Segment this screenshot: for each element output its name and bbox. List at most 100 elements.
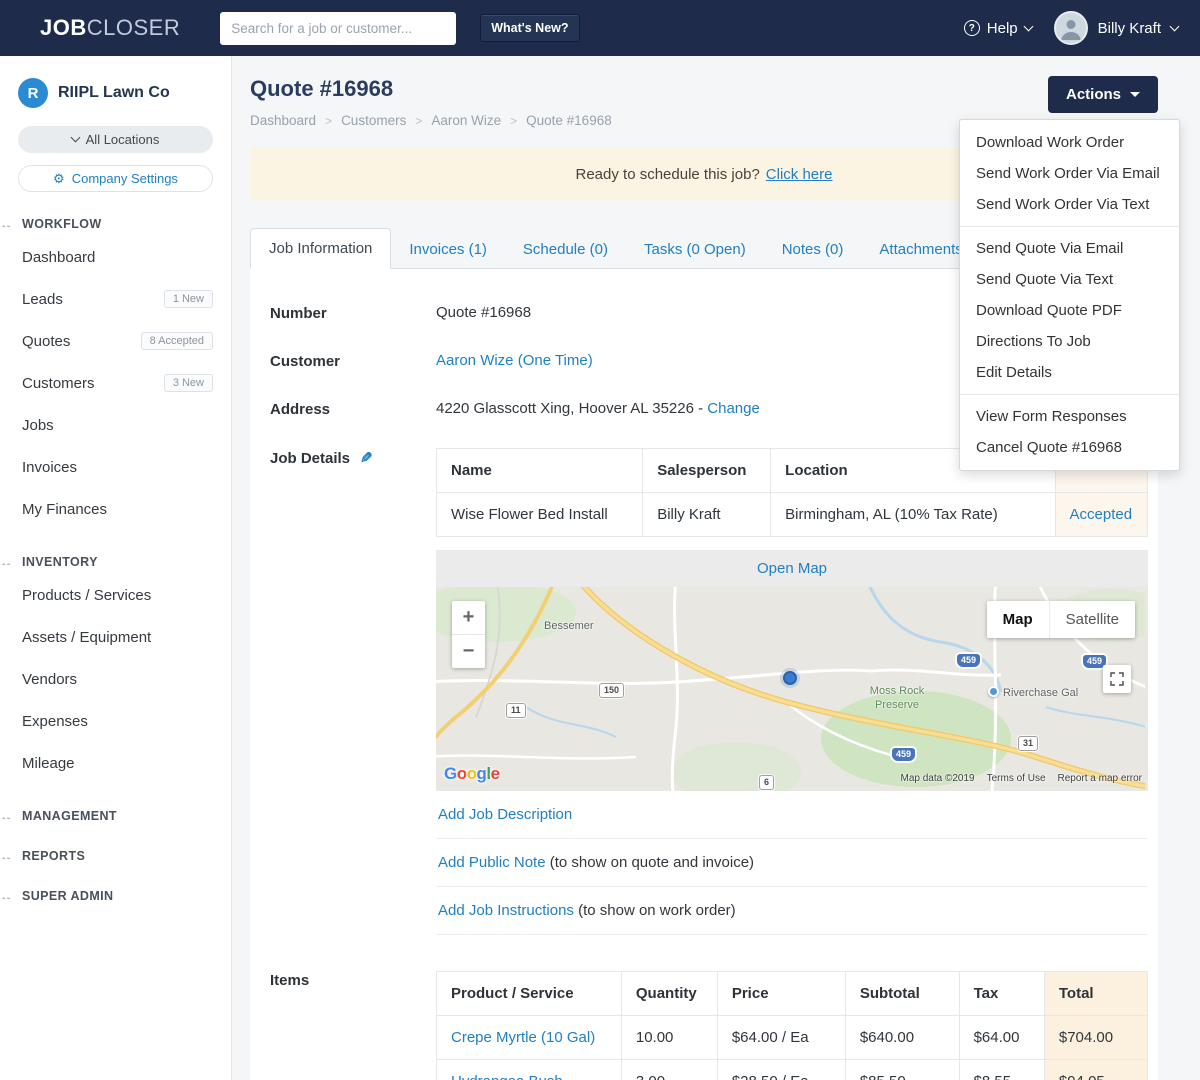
- zoom-in-button[interactable]: +: [452, 601, 485, 634]
- sidebar-item-my-finances[interactable]: My Finances: [0, 488, 231, 530]
- map-label-riverchase: Riverchase Gal: [1003, 687, 1079, 699]
- product-link[interactable]: Crepe Myrtle (10 Gal): [451, 1029, 595, 1046]
- menu-item-edit-details[interactable]: Edit Details: [960, 357, 1179, 388]
- col-header-product: Product / Service: [436, 971, 622, 1016]
- item-price: $28.50 / Ea: [716, 1059, 846, 1080]
- breadcrumb-dashboard[interactable]: Dashboard: [250, 113, 316, 128]
- quotes-badge: 8 Accepted: [140, 332, 213, 350]
- add-job-instructions-link[interactable]: Add Job Instructions: [438, 902, 574, 919]
- actions-button[interactable]: Actions: [1047, 76, 1158, 113]
- item-quantity: 10.00: [620, 1015, 718, 1060]
- sidebar-item-mileage[interactable]: Mileage: [0, 742, 231, 784]
- section-header-reports[interactable]: -- REPORTS: [0, 848, 231, 864]
- customer-link[interactable]: Aaron Wize: [436, 352, 514, 369]
- item-row: Hydrangea Bush 3.00 $28.50 / Ea $85.50 $…: [436, 1059, 1149, 1080]
- sidebar-item-leads[interactable]: Leads 1 New: [0, 278, 231, 320]
- menu-item-cancel-quote[interactable]: Cancel Quote #16968: [960, 432, 1179, 463]
- zoom-out-button[interactable]: −: [452, 635, 485, 668]
- satellite-view-button[interactable]: Satellite: [1048, 601, 1135, 638]
- company-settings-button[interactable]: ⚙ Company Settings: [18, 165, 213, 192]
- logo-light: CLOSER: [86, 15, 181, 40]
- job-location: Birmingham, AL (10% Tax Rate): [770, 492, 1056, 537]
- whats-new-button[interactable]: What's New?: [480, 14, 580, 42]
- tab-invoices[interactable]: Invoices (1): [391, 230, 505, 269]
- leads-badge: 1 New: [163, 290, 213, 308]
- fullscreen-button[interactable]: [1103, 665, 1131, 693]
- company-logo: R: [18, 78, 48, 108]
- sidebar-item-label: Expenses: [22, 712, 88, 730]
- change-address-link[interactable]: Change: [707, 400, 760, 417]
- menu-item-directions-to-job[interactable]: Directions To Job: [960, 326, 1179, 357]
- menu-item-download-work-order[interactable]: Download Work Order: [960, 127, 1179, 158]
- menu-item-send-work-order-text[interactable]: Send Work Order Via Text: [960, 189, 1179, 220]
- item-quantity: 3.00: [620, 1059, 718, 1080]
- menu-item-send-quote-email[interactable]: Send Quote Via Email: [960, 233, 1179, 264]
- item-row: Crepe Myrtle (10 Gal) 10.00 $64.00 / Ea …: [436, 1015, 1149, 1060]
- page-title: Quote #16968: [250, 76, 394, 101]
- product-link[interactable]: Hydrangea Bush: [451, 1073, 563, 1080]
- instructions-suffix: (to show on work order): [573, 902, 736, 919]
- section-header-super-admin[interactable]: -- SUPER ADMIN: [0, 888, 231, 904]
- add-public-note-link[interactable]: Add Public Note: [438, 854, 546, 871]
- sidebar-item-quotes[interactable]: Quotes 8 Accepted: [0, 320, 231, 362]
- sidebar-item-label: Jobs: [22, 416, 54, 434]
- help-menu[interactable]: ? Help: [963, 20, 1034, 37]
- map-header: Open Map: [436, 550, 1148, 587]
- chevron-down-icon: [70, 132, 81, 143]
- sidebar-item-products-services[interactable]: Products / Services: [0, 574, 231, 616]
- tab-job-information[interactable]: Job Information: [250, 228, 392, 269]
- address-text: 4220 Glasscott Xing, Hoover AL 35226 -: [436, 400, 704, 417]
- item-price: $64.00 / Ea: [716, 1015, 846, 1060]
- sidebar-item-vendors[interactable]: Vendors: [0, 658, 231, 700]
- section-header-management[interactable]: -- MANAGEMENT: [0, 808, 231, 824]
- item-total: $704.00: [1043, 1015, 1149, 1060]
- report-map-error-link[interactable]: Report a map error: [1058, 773, 1142, 784]
- tab-notes[interactable]: Notes (0): [764, 230, 862, 269]
- add-job-description-link[interactable]: Add Job Description: [438, 806, 572, 823]
- terms-of-use-link[interactable]: Terms of Use: [987, 773, 1046, 784]
- user-avatar[interactable]: [1053, 11, 1088, 45]
- workflow-nav: Dashboard Leads 1 New Quotes 8 Accepted Cu…: [0, 236, 231, 530]
- col-header-price: Price: [716, 971, 846, 1016]
- breadcrumb-customers[interactable]: Customers: [341, 113, 406, 128]
- route-shield-6: 6: [759, 775, 775, 790]
- tab-schedule[interactable]: Schedule (0): [505, 230, 626, 269]
- col-header-tax: Tax: [958, 971, 1045, 1016]
- menu-item-send-quote-text[interactable]: Send Quote Via Text: [960, 264, 1179, 295]
- sidebar-item-dashboard[interactable]: Dashboard: [0, 236, 231, 278]
- item-tax: $64.00: [958, 1015, 1045, 1060]
- map[interactable]: Bessemer Moss Rock Preserve Riverchase G…: [436, 587, 1148, 791]
- sidebar-item-invoices[interactable]: Invoices: [0, 446, 231, 488]
- open-map-link[interactable]: Open Map: [757, 560, 827, 577]
- app-logo: JOBCLOSER: [40, 15, 180, 41]
- breadcrumb-aaron-wize[interactable]: Aaron Wize: [431, 113, 501, 128]
- menu-item-download-quote-pdf[interactable]: Download Quote PDF: [960, 295, 1179, 326]
- click-here-link[interactable]: Click here: [766, 166, 833, 183]
- edit-pencil-icon[interactable]: ✎: [360, 449, 373, 467]
- customer-type-link[interactable]: (One Time): [518, 352, 593, 369]
- sidebar-item-customers[interactable]: Customers 3 New: [0, 362, 231, 404]
- sidebar-item-jobs[interactable]: Jobs: [0, 404, 231, 446]
- menu-item-send-work-order-email[interactable]: Send Work Order Via Email: [960, 158, 1179, 189]
- col-header-quantity: Quantity: [620, 971, 718, 1016]
- chevron-down-icon: [1023, 21, 1034, 31]
- locations-dropdown[interactable]: All Locations: [18, 126, 213, 153]
- map-view-button[interactable]: Map: [986, 601, 1049, 638]
- sidebar-item-label: Assets / Equipment: [22, 628, 152, 646]
- topbar-right: ? Help Billy Kraft: [963, 11, 1180, 45]
- settings-label: Company Settings: [71, 171, 178, 186]
- menu-item-view-form-responses[interactable]: View Form Responses: [960, 401, 1179, 432]
- sidebar-item-expenses[interactable]: Expenses: [0, 700, 231, 742]
- tab-tasks[interactable]: Tasks (0 Open): [626, 230, 764, 269]
- user-menu[interactable]: Billy Kraft: [1053, 11, 1180, 45]
- items-label: Items: [270, 972, 310, 989]
- breadcrumb-separator: >: [325, 113, 333, 128]
- sidebar-item-label: Mileage: [22, 754, 75, 772]
- sidebar-item-label: My Finances: [22, 500, 108, 518]
- search-input[interactable]: [220, 11, 457, 45]
- map-label-moss-rock: Moss Rock Preserve: [869, 685, 925, 711]
- job-name: Wise Flower Bed Install: [435, 492, 644, 537]
- section-dash-icon: --: [2, 852, 12, 864]
- sidebar-item-assets-equipment[interactable]: Assets / Equipment: [0, 616, 231, 658]
- route-shield-31: 31: [1018, 736, 1039, 751]
